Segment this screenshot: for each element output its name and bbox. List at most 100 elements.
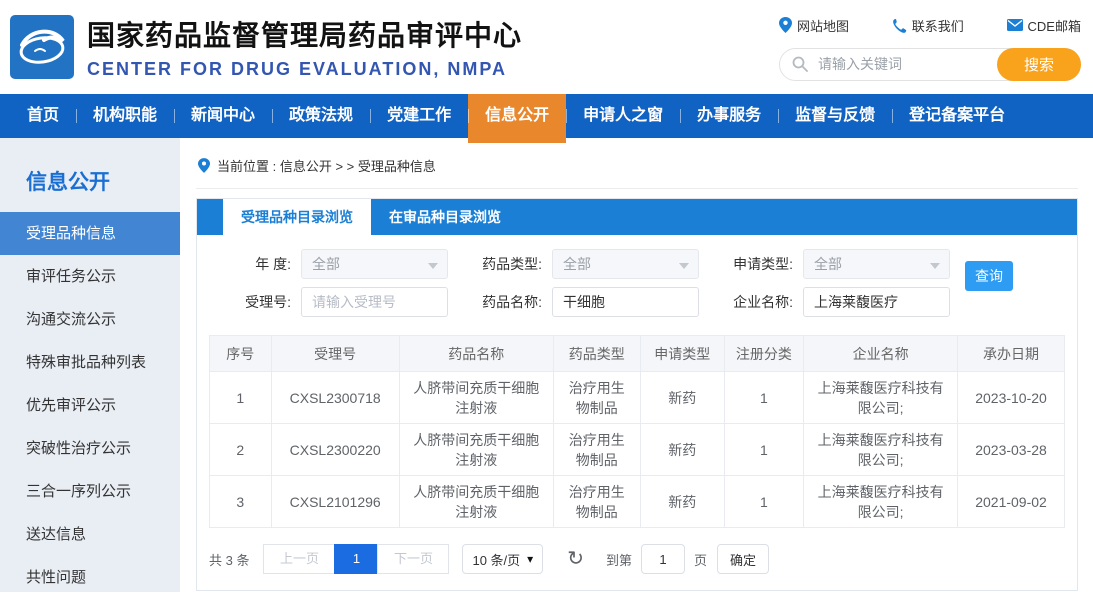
table-cell: CXSL2101296 <box>271 476 399 528</box>
sidebar-item-accepted-varieties[interactable]: 受理品种信息 <box>0 212 180 255</box>
table-cell: 新药 <box>640 372 724 424</box>
breadcrumb: 当前位置 : 信息公开 > > 受理品种信息 <box>196 150 1078 189</box>
sidebar: 信息公开 受理品种信息 审评任务公示 沟通交流公示 特殊审批品种列表 优先审评公… <box>0 138 180 592</box>
table-cell: 2023-03-28 <box>958 424 1065 476</box>
tab-under-review-catalog[interactable]: 在审品种目录浏览 <box>371 199 519 235</box>
nav-item-functions[interactable]: 机构职能 <box>76 94 174 138</box>
nav-item-party[interactable]: 党建工作 <box>370 94 468 138</box>
goto-unit: 页 <box>694 550 707 569</box>
drug-type-label: 药品类型: <box>466 254 542 274</box>
sidebar-item-communication[interactable]: 沟通交流公示 <box>0 298 180 341</box>
title-block: 国家药品监督管理局药品审评中心 CENTER FOR DRUG EVALUATI… <box>87 14 522 80</box>
year-select[interactable]: 全部 <box>301 249 448 279</box>
apply-type-select-value: 全部 <box>814 256 842 272</box>
location-pin-icon <box>779 17 792 33</box>
table-cell: 治疗用生物制品 <box>553 372 640 424</box>
confirm-button[interactable]: 确定 <box>717 544 769 574</box>
year-select-value: 全部 <box>312 256 340 272</box>
page-size-select[interactable]: 10 条/页 ▾ <box>462 544 543 574</box>
table-cell: 人脐带间充质干细胞注射液 <box>399 476 553 528</box>
goto-page-input[interactable] <box>641 544 685 574</box>
table-row: 3 CXSL2101296 人脐带间充质干细胞注射液 治疗用生物制品 新药 1 … <box>210 476 1065 528</box>
drug-type-select-value: 全部 <box>563 256 591 272</box>
cde-mail-link[interactable]: CDE邮箱 <box>1007 16 1081 35</box>
table-cell: 新药 <box>640 476 724 528</box>
content-panel: 受理品种目录浏览 在审品种目录浏览 年 度: 全部 <box>196 198 1078 591</box>
company-input[interactable] <box>803 287 950 317</box>
table-cell: 3 <box>210 476 272 528</box>
result-table: 序号 受理号 药品名称 药品类型 申请类型 注册分类 企业名称 承办日期 1 <box>209 335 1065 528</box>
sidebar-item-priority-review[interactable]: 优先审评公示 <box>0 384 180 427</box>
apply-type-select[interactable]: 全部 <box>803 249 950 279</box>
breadcrumb-pin-icon <box>198 158 210 173</box>
sidebar-item-three-in-one[interactable]: 三合一序列公示 <box>0 470 180 513</box>
apply-type-label: 申请类型: <box>717 254 793 274</box>
table-cell: 2023-10-20 <box>958 372 1065 424</box>
col-seq: 序号 <box>210 336 272 372</box>
caret-down-icon <box>930 263 940 269</box>
tab-accepted-catalog[interactable]: 受理品种目录浏览 <box>223 199 371 235</box>
phone-icon <box>892 18 907 33</box>
contact-link[interactable]: 联系我们 <box>892 16 964 35</box>
pagination: 共 3 条 上一页 1 下一页 10 条/页 ▾ ↻ 到第 页 确定 <box>209 544 1065 574</box>
table-cell: 人脐带间充质干细胞注射液 <box>399 424 553 476</box>
page-size-value: 10 条/页 <box>472 550 520 569</box>
table-cell: 治疗用生物制品 <box>553 476 640 528</box>
table-cell: CXSL2300220 <box>271 424 399 476</box>
contact-label: 联系我们 <box>912 16 964 35</box>
breadcrumb-text: 当前位置 : 信息公开 > > 受理品种信息 <box>217 156 436 175</box>
site-subtitle: CENTER FOR DRUG EVALUATION, NMPA <box>87 59 522 80</box>
table-cell: 上海莱馥医疗科技有限公司; <box>804 424 958 476</box>
search-button[interactable]: 搜索 <box>997 48 1081 81</box>
acceptance-no-input[interactable] <box>301 287 448 317</box>
search-icon <box>792 56 808 77</box>
goto-label: 到第 <box>606 550 632 569</box>
nav-item-home[interactable]: 首页 <box>10 94 76 138</box>
searchbar: 搜索 <box>779 48 1081 81</box>
acceptance-no-label: 受理号: <box>233 292 291 312</box>
page-1-button[interactable]: 1 <box>334 544 378 574</box>
table-cell: 1 <box>724 424 804 476</box>
sidebar-item-common-issues[interactable]: 共性问题 <box>0 556 180 599</box>
drug-name-input[interactable] <box>552 287 699 317</box>
next-page-button[interactable]: 下一页 <box>377 544 449 574</box>
nav-item-applicant-window[interactable]: 申请人之窗 <box>566 94 680 138</box>
col-drug-type: 药品类型 <box>553 336 640 372</box>
table-cell: 新药 <box>640 424 724 476</box>
prev-page-button[interactable]: 上一页 <box>263 544 335 574</box>
total-count: 共 3 条 <box>209 550 249 569</box>
sitemap-link[interactable]: 网站地图 <box>779 16 849 35</box>
col-company: 企业名称 <box>804 336 958 372</box>
table-cell: 人脐带间充质干细胞注射液 <box>399 372 553 424</box>
chevron-down-icon: ▾ <box>527 552 533 566</box>
table-cell: 治疗用生物制品 <box>553 424 640 476</box>
site-title: 国家药品监督管理局药品审评中心 <box>87 14 522 54</box>
company-label: 企业名称: <box>717 292 793 312</box>
table-cell: 1 <box>724 476 804 528</box>
main-nav: 首页 机构职能 新闻中心 政策法规 党建工作 信息公开 申请人之窗 办事服务 监… <box>0 94 1093 138</box>
sidebar-item-breakthrough-therapy[interactable]: 突破性治疗公示 <box>0 427 180 470</box>
tabbar: 受理品种目录浏览 在审品种目录浏览 <box>197 199 1077 235</box>
nav-item-registration-platform[interactable]: 登记备案平台 <box>892 94 1022 138</box>
nav-item-info-disclosure[interactable]: 信息公开 <box>468 94 566 143</box>
refresh-icon[interactable]: ↻ <box>567 549 584 569</box>
table-cell: 2 <box>210 424 272 476</box>
quick-links: 网站地图 联系我们 CDE邮箱 <box>779 16 1081 35</box>
sidebar-item-special-approval[interactable]: 特殊审批品种列表 <box>0 341 180 384</box>
drug-type-select[interactable]: 全部 <box>552 249 699 279</box>
top-header: 国家药品监督管理局药品审评中心 CENTER FOR DRUG EVALUATI… <box>0 0 1093 94</box>
year-label: 年 度: <box>233 254 291 274</box>
nav-item-policies[interactable]: 政策法规 <box>272 94 370 138</box>
col-apply-type: 申请类型 <box>640 336 724 372</box>
page: 国家药品监督管理局药品审评中心 CENTER FOR DRUG EVALUATI… <box>0 0 1093 592</box>
nav-item-supervision[interactable]: 监督与反馈 <box>778 94 892 138</box>
table-cell: 2021-09-02 <box>958 476 1065 528</box>
col-drug-name: 药品名称 <box>399 336 553 372</box>
sidebar-item-delivery-info[interactable]: 送达信息 <box>0 513 180 556</box>
query-button[interactable]: 查询 <box>965 261 1013 291</box>
cde-logo-icon[interactable] <box>10 15 74 79</box>
mail-icon <box>1007 19 1023 31</box>
sidebar-item-review-tasks[interactable]: 审评任务公示 <box>0 255 180 298</box>
nav-item-services[interactable]: 办事服务 <box>680 94 778 138</box>
nav-item-news[interactable]: 新闻中心 <box>174 94 272 138</box>
